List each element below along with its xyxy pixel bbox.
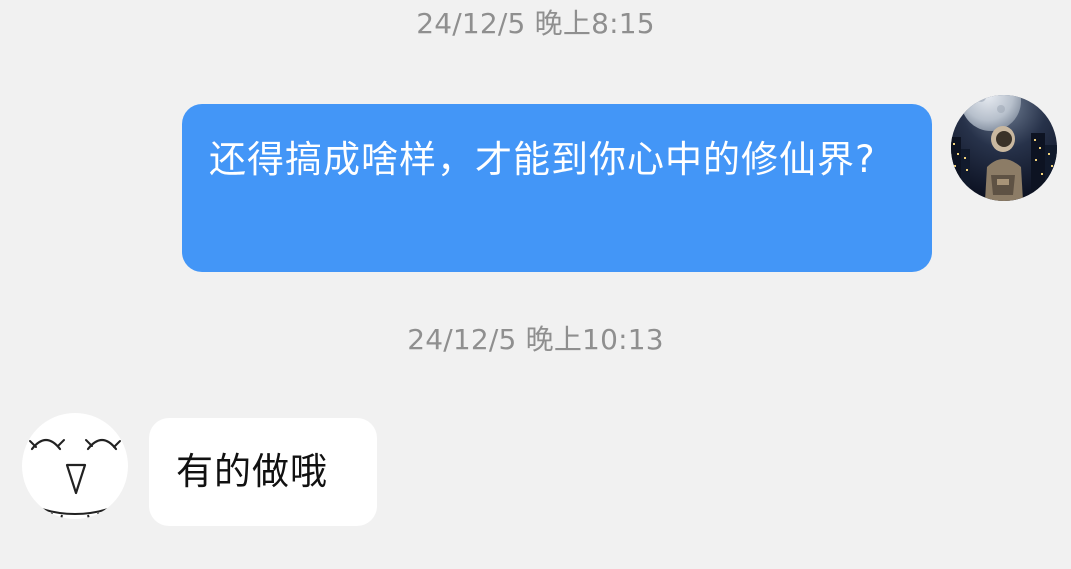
smiling-face-avatar-icon xyxy=(22,413,128,519)
smiling-face-avatar-icon[interactable] xyxy=(22,413,128,519)
astronaut-moon-avatar-icon[interactable] xyxy=(951,95,1057,201)
message-timestamp: 24/12/5 晚上8:15 xyxy=(416,7,655,40)
outgoing-message-bubble[interactable]: 还得搞成啥样，才能到你心中的修仙界? xyxy=(182,104,932,272)
incoming-message-bubble[interactable]: 有的做哦 xyxy=(149,418,377,526)
astronaut-moon-avatar-icon xyxy=(951,95,1057,201)
message-timestamp: 24/12/5 晚上10:13 xyxy=(407,323,664,356)
